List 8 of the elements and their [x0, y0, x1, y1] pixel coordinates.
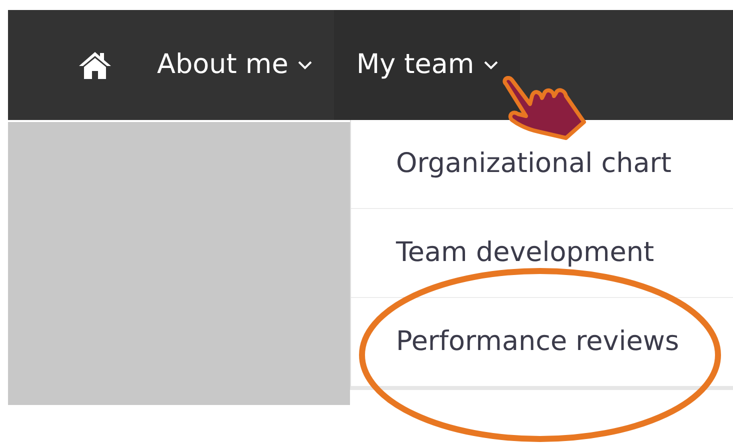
- chevron-down-icon: [298, 60, 312, 70]
- dropdown-item[interactable]: Organizational chart: [396, 144, 672, 184]
- nav-menu-item[interactable]: About me: [157, 10, 334, 120]
- dropdown-item[interactable]: Performance reviews: [396, 322, 680, 362]
- chevron-down-icon: [484, 60, 498, 70]
- nav-menu-item[interactable]: My team: [334, 10, 520, 120]
- dropdown-item[interactable]: Team development: [396, 232, 654, 274]
- home-icon: [78, 50, 112, 80]
